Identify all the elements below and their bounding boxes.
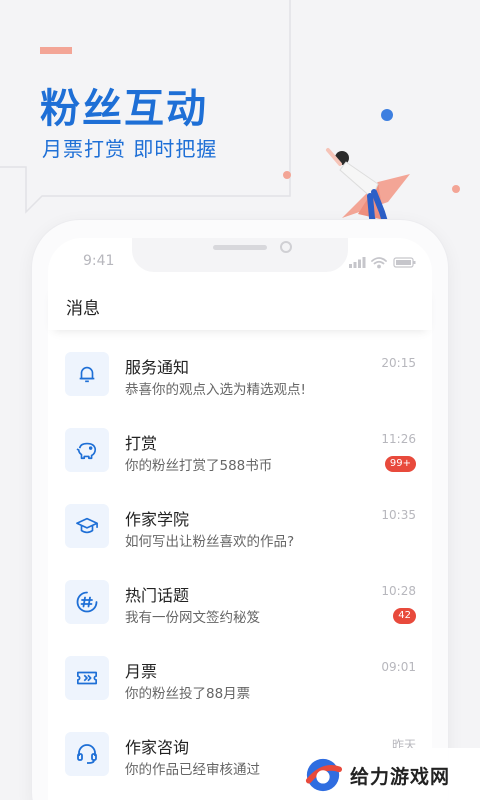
accent-bar (40, 47, 72, 54)
unread-badge: 99+ (384, 456, 416, 472)
ticket-icon (65, 656, 109, 700)
message-title: 热门话题 (125, 586, 190, 605)
message-title: 服务通知 (125, 358, 190, 377)
message-preview: 你的粉丝投了88月票 (125, 686, 251, 702)
message-preview: 我有一份网文签约秘笈 (125, 610, 260, 626)
message-row-academy[interactable]: 作家学院 如何写出让粉丝喜欢的作品? 10:35 (48, 488, 432, 564)
hero-subtitle: 月票打赏 即时把握 (42, 137, 218, 161)
camera-icon (280, 241, 292, 253)
message-row-topics[interactable]: 热门话题 我有一份网文签约秘笈 10:28 42 (48, 564, 432, 640)
signal-icon (349, 257, 366, 268)
decor-dot-pink (452, 185, 460, 193)
message-list: 服务通知 恭喜你的观点入选为精选观点! 20:15 打赏 你的粉丝打赏了588书… (48, 336, 432, 792)
phone-notch (132, 238, 348, 272)
message-time: 10:28 (381, 584, 416, 598)
battery-icon (393, 257, 416, 268)
decor-dot-blue (381, 109, 393, 121)
message-preview: 你的粉丝打赏了588书币 (125, 458, 273, 474)
message-preview: 如何写出让粉丝喜欢的作品? (125, 534, 295, 550)
wifi-icon (371, 257, 387, 269)
message-title: 月票 (125, 662, 158, 681)
message-time: 09:01 (381, 660, 416, 674)
message-title: 作家咨询 (125, 738, 190, 757)
site-logo-icon (305, 758, 342, 792)
unread-badge: 42 (393, 608, 416, 624)
message-time: 10:35 (381, 508, 416, 522)
watermark-text: 给力游戏网 (350, 766, 451, 788)
messages-header: 消息 (48, 282, 432, 330)
hashtag-icon (65, 580, 109, 624)
headset-icon (65, 732, 109, 776)
graduation-cap-icon (65, 504, 109, 548)
message-time: 20:15 (381, 356, 416, 370)
piggy-bank-icon (65, 428, 109, 472)
message-row-reward[interactable]: 打赏 你的粉丝打赏了588书币 11:26 99+ (48, 412, 432, 488)
message-preview: 你的作品已经审核通过 (125, 762, 260, 778)
speaker-grille (213, 245, 267, 250)
message-time: 11:26 (381, 432, 416, 446)
message-row-monthly-ticket[interactable]: 月票 你的粉丝投了88月票 09:01 (48, 640, 432, 716)
message-row-service[interactable]: 服务通知 恭喜你的观点入选为精选观点! 20:15 (48, 336, 432, 412)
status-bar-icons (349, 257, 416, 269)
message-title: 打赏 (125, 434, 158, 453)
hero-title: 粉丝互动 (40, 86, 208, 132)
status-bar-time: 9:41 (83, 253, 115, 269)
decor-dot-pink (283, 171, 291, 179)
message-preview: 恭喜你的观点入选为精选观点! (125, 382, 306, 398)
messages-title: 消息 (66, 299, 100, 319)
message-title: 作家学院 (125, 510, 190, 529)
watermark: 给力游戏网 (292, 748, 480, 800)
bell-icon (65, 352, 109, 396)
